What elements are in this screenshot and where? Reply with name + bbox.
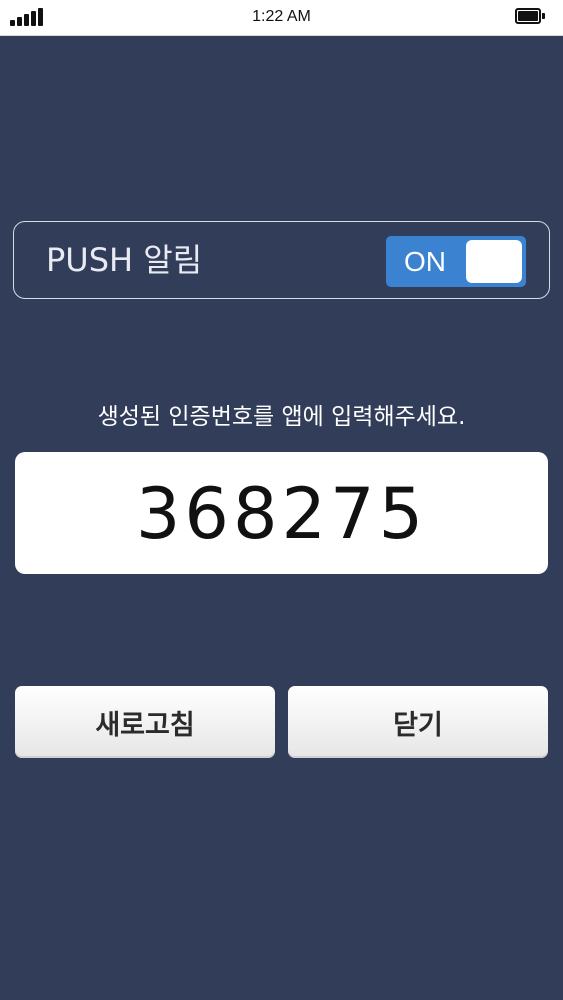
battery-full-icon xyxy=(515,8,545,26)
auth-code: 368275 xyxy=(135,473,428,555)
close-button[interactable]: 닫기 xyxy=(288,686,548,758)
app-screen: 1:22 AM PUSH 알림 ON 생성된 인증번호를 앱에 입력해주세요. … xyxy=(0,0,563,1000)
push-notification-label: PUSH 알림 xyxy=(46,241,203,279)
push-notification-panel: PUSH 알림 ON xyxy=(13,221,550,299)
refresh-button[interactable]: 새로고침 xyxy=(15,686,275,758)
status-time: 1:22 AM xyxy=(252,8,311,25)
status-bar: 1:22 AM xyxy=(0,0,563,36)
toggle-state-label: ON xyxy=(404,246,446,277)
instruction-text: 생성된 인증번호를 앱에 입력해주세요. xyxy=(97,404,466,430)
auth-code-box: 368275 xyxy=(15,452,548,574)
push-toggle[interactable]: ON xyxy=(386,236,526,287)
toggle-knob xyxy=(466,240,522,283)
